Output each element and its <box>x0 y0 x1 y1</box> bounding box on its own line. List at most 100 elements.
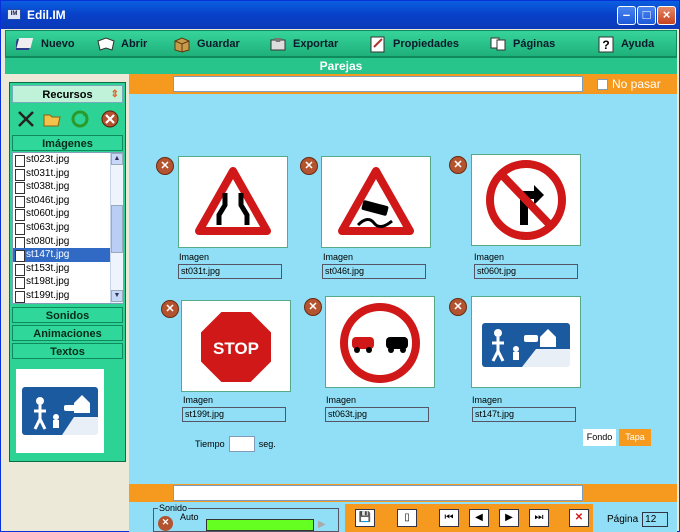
road-narrows-sign-icon <box>195 167 271 235</box>
first-page-icon[interactable]: ⏮ <box>439 509 459 527</box>
delete-card-icon[interactable]: ✕ <box>300 157 318 175</box>
book-icon <box>16 38 34 50</box>
paginas-button[interactable]: Páginas <box>488 34 555 54</box>
propiedades-button[interactable]: Propiedades <box>368 34 459 54</box>
delete-page-icon[interactable]: ✕ <box>569 509 589 527</box>
file-list-item[interactable]: st038t.jpg <box>13 180 123 194</box>
file-list-item[interactable]: st060t.jpg <box>13 207 123 221</box>
file-list-item[interactable]: st153t.jpg <box>13 262 123 276</box>
sonido-group: Sonido ✕ Auto ▶ <box>153 503 339 532</box>
card-label: Imagen <box>474 252 505 262</box>
guardar-label: Guardar <box>197 38 240 50</box>
delete-sound-icon[interactable]: ✕ <box>158 516 173 531</box>
page-indicator: Página 12 <box>607 512 669 527</box>
card-label: Imagen <box>326 395 357 405</box>
previous-page-icon[interactable]: ◀ <box>469 509 489 527</box>
properties-icon <box>370 36 385 53</box>
delete-icon[interactable] <box>100 109 120 129</box>
scroll-down-arrow-icon[interactable]: ▼ <box>111 290 123 302</box>
checkbox-box[interactable] <box>597 78 608 90</box>
tiempo-row: Tiempo seg. <box>195 436 276 452</box>
delete-card-icon[interactable]: ✕ <box>449 298 467 316</box>
nuevo-button[interactable]: Nuevo <box>16 34 75 54</box>
file-list-item[interactable]: st063t.jpg <box>13 221 123 235</box>
box-icon <box>174 37 190 53</box>
file-list-item[interactable]: st080t.jpg <box>13 235 123 249</box>
ayuda-label: Ayuda <box>621 38 655 50</box>
image-file-list[interactable]: st023t.jpg st031t.jpg st038t.jpg st046t.jpg… <box>12 152 124 304</box>
open-folder-icon[interactable] <box>42 109 62 129</box>
card-filename: st060t.jpg <box>474 264 578 279</box>
bottom-text-input[interactable] <box>173 485 583 501</box>
sonidos-section[interactable]: Sonidos <box>12 307 123 323</box>
textos-section[interactable]: Textos <box>12 343 123 359</box>
abrir-button[interactable]: Abrir <box>96 34 147 54</box>
file-list-item[interactable]: st198t.jpg <box>13 275 123 289</box>
stop-text: STOP <box>213 339 259 358</box>
card-image-2[interactable] <box>321 156 431 248</box>
close-button[interactable]: × <box>657 6 676 25</box>
top-text-input[interactable] <box>173 76 583 92</box>
slippery-road-sign-icon <box>338 167 414 235</box>
file-list-item[interactable]: st046t.jpg <box>13 194 123 208</box>
delete-card-icon[interactable]: ✕ <box>304 298 322 316</box>
recursos-dropdown[interactable]: Recursos ⇕ <box>12 85 123 103</box>
pagina-label: Página <box>607 514 639 525</box>
export-icon <box>270 38 286 51</box>
app-window: IM Edil.IM – □ × Nuevo Abrir Guardar Exp… <box>0 0 680 532</box>
exportar-label: Exportar <box>293 38 339 50</box>
title-bar: IM Edil.IM – □ × <box>1 1 679 29</box>
file-list-item[interactable]: st031t.jpg <box>13 167 123 181</box>
tiempo-label: Tiempo <box>195 439 225 449</box>
refresh-icon[interactable] <box>70 109 90 129</box>
play-icon[interactable]: ▶ <box>318 519 326 530</box>
minimize-button[interactable]: – <box>617 6 636 25</box>
tools-icon[interactable] <box>16 109 36 129</box>
scroll-up-arrow-icon[interactable]: ▲ <box>111 153 123 165</box>
abrir-label: Abrir <box>121 38 148 50</box>
tapa-button[interactable]: Tapa <box>619 429 651 446</box>
card-image-5[interactable] <box>325 296 435 388</box>
exportar-button[interactable]: Exportar <box>268 34 338 54</box>
help-icon: ? <box>598 36 614 53</box>
file-list-item[interactable]: st023t.jpg <box>13 153 123 167</box>
card-image-4[interactable]: STOP <box>181 300 291 392</box>
sound-bar[interactable] <box>206 519 314 531</box>
no-pasar-checkbox[interactable]: No pasar <box>597 77 661 91</box>
file-list-item[interactable]: st147t.jpg <box>13 248 123 262</box>
file-list-item[interactable]: st199t.jpg <box>13 289 123 303</box>
list-scrollbar[interactable]: ▲ ▼ <box>110 153 123 303</box>
maximize-button[interactable]: □ <box>637 6 656 25</box>
no-overtaking-sign-icon <box>340 303 420 383</box>
card-label: Imagen <box>323 252 354 262</box>
pages-icon <box>490 37 506 51</box>
save-page-icon[interactable]: 💾 <box>355 509 375 527</box>
next-page-icon[interactable]: ▶ <box>499 509 519 527</box>
fondo-button[interactable]: Fondo <box>583 429 616 446</box>
card-filename: st046t.jpg <box>322 264 426 279</box>
ayuda-button[interactable]: ? Ayuda <box>596 34 654 54</box>
animaciones-section[interactable]: Animaciones <box>12 325 123 341</box>
bottom-text-bar <box>129 484 677 502</box>
delete-card-icon[interactable]: ✕ <box>156 157 174 175</box>
imagenes-section[interactable]: Imágenes <box>12 135 123 151</box>
card-image-1[interactable] <box>178 156 288 248</box>
page-number-field[interactable]: 12 <box>642 512 669 527</box>
scroll-thumb[interactable] <box>111 205 123 253</box>
app-icon: IM <box>7 9 21 20</box>
paginas-label: Páginas <box>513 38 556 50</box>
card-image-3[interactable] <box>471 154 581 246</box>
new-page-icon[interactable]: ▯ <box>397 509 417 527</box>
guardar-button[interactable]: Guardar <box>172 34 240 54</box>
card-image-6[interactable] <box>471 296 581 388</box>
card-label: Imagen <box>472 395 503 405</box>
propiedades-label: Propiedades <box>393 38 460 50</box>
card-filename: st063t.jpg <box>325 407 429 422</box>
last-page-icon[interactable]: ⏭ <box>529 509 549 527</box>
recursos-label: Recursos <box>42 89 93 101</box>
window-title: Edil.IM <box>27 8 66 22</box>
delete-card-icon[interactable]: ✕ <box>161 300 179 318</box>
tiempo-input[interactable] <box>228 436 255 452</box>
residential-zone-preview-icon <box>22 387 98 435</box>
delete-card-icon[interactable]: ✕ <box>449 156 467 174</box>
